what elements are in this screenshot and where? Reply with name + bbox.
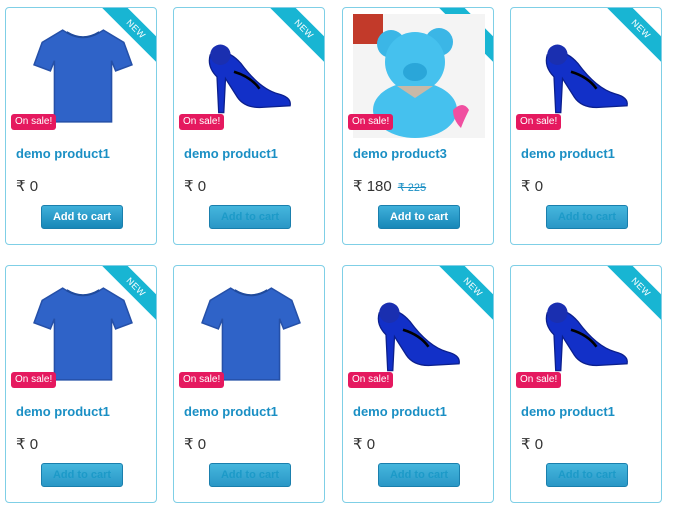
sale-badge: On sale! bbox=[516, 372, 562, 388]
product-name-link[interactable]: demo product1 bbox=[521, 404, 615, 419]
product-price: ₹ 0 bbox=[184, 435, 206, 453]
product-price: ₹ 0 bbox=[16, 177, 38, 195]
product-name-link[interactable]: demo product1 bbox=[353, 404, 447, 419]
product-card[interactable]: NEW On sale! demo product1 ₹ 0 Add to ca… bbox=[5, 7, 157, 245]
add-to-cart-button[interactable]: Add to cart bbox=[209, 463, 291, 487]
sale-badge: On sale! bbox=[348, 114, 394, 130]
product-name-link[interactable]: demo product1 bbox=[16, 146, 110, 161]
product-price: ₹ 180 ₹ 225 bbox=[353, 177, 426, 195]
product-card[interactable]: NEW On sale! demo product3 ₹ 180₹ 225 Ad… bbox=[342, 7, 494, 245]
product-card[interactable]: NEW On sale! demo product1 ₹ 0 Add to ca… bbox=[510, 7, 662, 245]
product-price: ₹ 0 bbox=[521, 435, 543, 453]
product-card[interactable]: On sale! demo product1 ₹ 0 Add to cart bbox=[173, 265, 325, 503]
sale-badge: On sale! bbox=[348, 372, 394, 388]
current-price: ₹ 0 bbox=[16, 178, 39, 195]
old-price: ₹ 225 bbox=[397, 182, 427, 194]
product-name-link[interactable]: demo product1 bbox=[16, 404, 110, 419]
add-to-cart-button[interactable]: Add to cart bbox=[546, 205, 628, 229]
sale-badge: On sale! bbox=[179, 114, 225, 130]
product-card[interactable]: NEW On sale! demo product1 ₹ 0 Add to ca… bbox=[5, 265, 157, 503]
add-to-cart-button[interactable]: Add to cart bbox=[41, 463, 123, 487]
current-price: ₹ 0 bbox=[521, 436, 544, 453]
add-to-cart-button[interactable]: Add to cart bbox=[41, 205, 123, 229]
product-name-link[interactable]: demo product3 bbox=[353, 146, 447, 161]
current-price: ₹ 0 bbox=[353, 436, 376, 453]
sale-badge: On sale! bbox=[11, 372, 57, 388]
add-to-cart-button[interactable]: Add to cart bbox=[546, 463, 628, 487]
current-price: ₹ 0 bbox=[521, 178, 544, 195]
add-to-cart-button[interactable]: Add to cart bbox=[378, 463, 460, 487]
product-name-link[interactable]: demo product1 bbox=[184, 146, 278, 161]
product-price: ₹ 0 bbox=[521, 177, 543, 195]
current-price: ₹ 0 bbox=[184, 436, 207, 453]
product-card[interactable]: NEW On sale! demo product1 ₹ 0 Add to ca… bbox=[173, 7, 325, 245]
current-price: ₹ 0 bbox=[184, 178, 207, 195]
add-to-cart-button[interactable]: Add to cart bbox=[209, 205, 291, 229]
product-card[interactable]: NEW On sale! demo product1 ₹ 0 Add to ca… bbox=[342, 265, 494, 503]
sale-badge: On sale! bbox=[516, 114, 562, 130]
current-price: ₹ 180 bbox=[353, 178, 392, 195]
add-to-cart-button[interactable]: Add to cart bbox=[378, 205, 460, 229]
product-price: ₹ 0 bbox=[16, 435, 38, 453]
sale-badge: On sale! bbox=[11, 114, 57, 130]
product-name-link[interactable]: demo product1 bbox=[184, 404, 278, 419]
product-name-link[interactable]: demo product1 bbox=[521, 146, 615, 161]
sale-badge: On sale! bbox=[179, 372, 225, 388]
product-price: ₹ 0 bbox=[353, 435, 375, 453]
product-card[interactable]: NEW On sale! demo product1 ₹ 0 Add to ca… bbox=[510, 265, 662, 503]
product-price: ₹ 0 bbox=[184, 177, 206, 195]
current-price: ₹ 0 bbox=[16, 436, 39, 453]
